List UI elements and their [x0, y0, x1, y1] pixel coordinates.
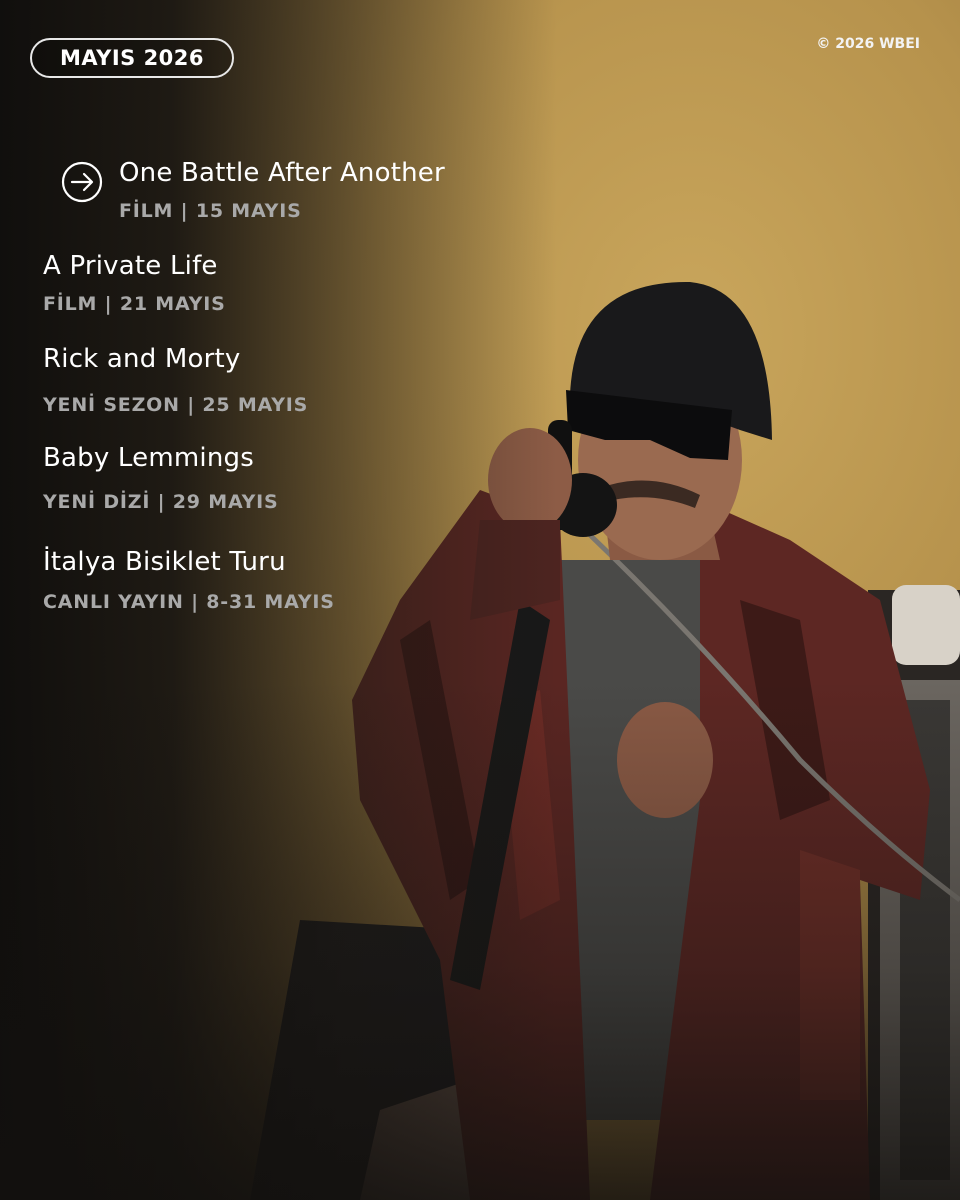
- copyright-notice: © 2026 WBEI: [816, 36, 920, 52]
- item-title: İtalya Bisiklet Turu: [43, 547, 286, 577]
- bottom-gradient-overlay: [0, 680, 960, 1200]
- list-item[interactable]: Rick and Morty YENİ SEZON | 25 MAYIS: [43, 344, 308, 416]
- item-title: Baby Lemmings: [43, 443, 254, 473]
- list-item[interactable]: A Private Life FİLM | 21 MAYIS: [43, 251, 226, 315]
- item-meta: FİLM | 15 MAYIS: [119, 200, 302, 222]
- item-title: One Battle After Another: [119, 158, 445, 188]
- item-meta: YENİ SEZON | 25 MAYIS: [43, 394, 309, 416]
- poster: MAYIS 2026 © 2026 WBEI One Battle After …: [0, 0, 960, 1200]
- month-label: MAYIS 2026: [59, 46, 205, 70]
- arrow-right-circle-icon: [61, 161, 103, 203]
- item-title: Rick and Morty: [43, 344, 241, 374]
- item-meta: CANLI YAYIN | 8-31 MAYIS: [43, 591, 335, 613]
- item-meta: YENİ DİZİ | 29 MAYIS: [43, 491, 279, 513]
- list-item[interactable]: Baby Lemmings YENİ DİZİ | 29 MAYIS: [43, 443, 279, 513]
- item-title: A Private Life: [43, 251, 218, 281]
- month-badge: MAYIS 2026: [30, 38, 234, 78]
- list-item-featured[interactable]: One Battle After Another FİLM | 15 MAYIS: [119, 158, 445, 222]
- item-meta: FİLM | 21 MAYIS: [43, 293, 226, 315]
- list-item[interactable]: İtalya Bisiklet Turu CANLI YAYIN | 8-31 …: [43, 547, 335, 613]
